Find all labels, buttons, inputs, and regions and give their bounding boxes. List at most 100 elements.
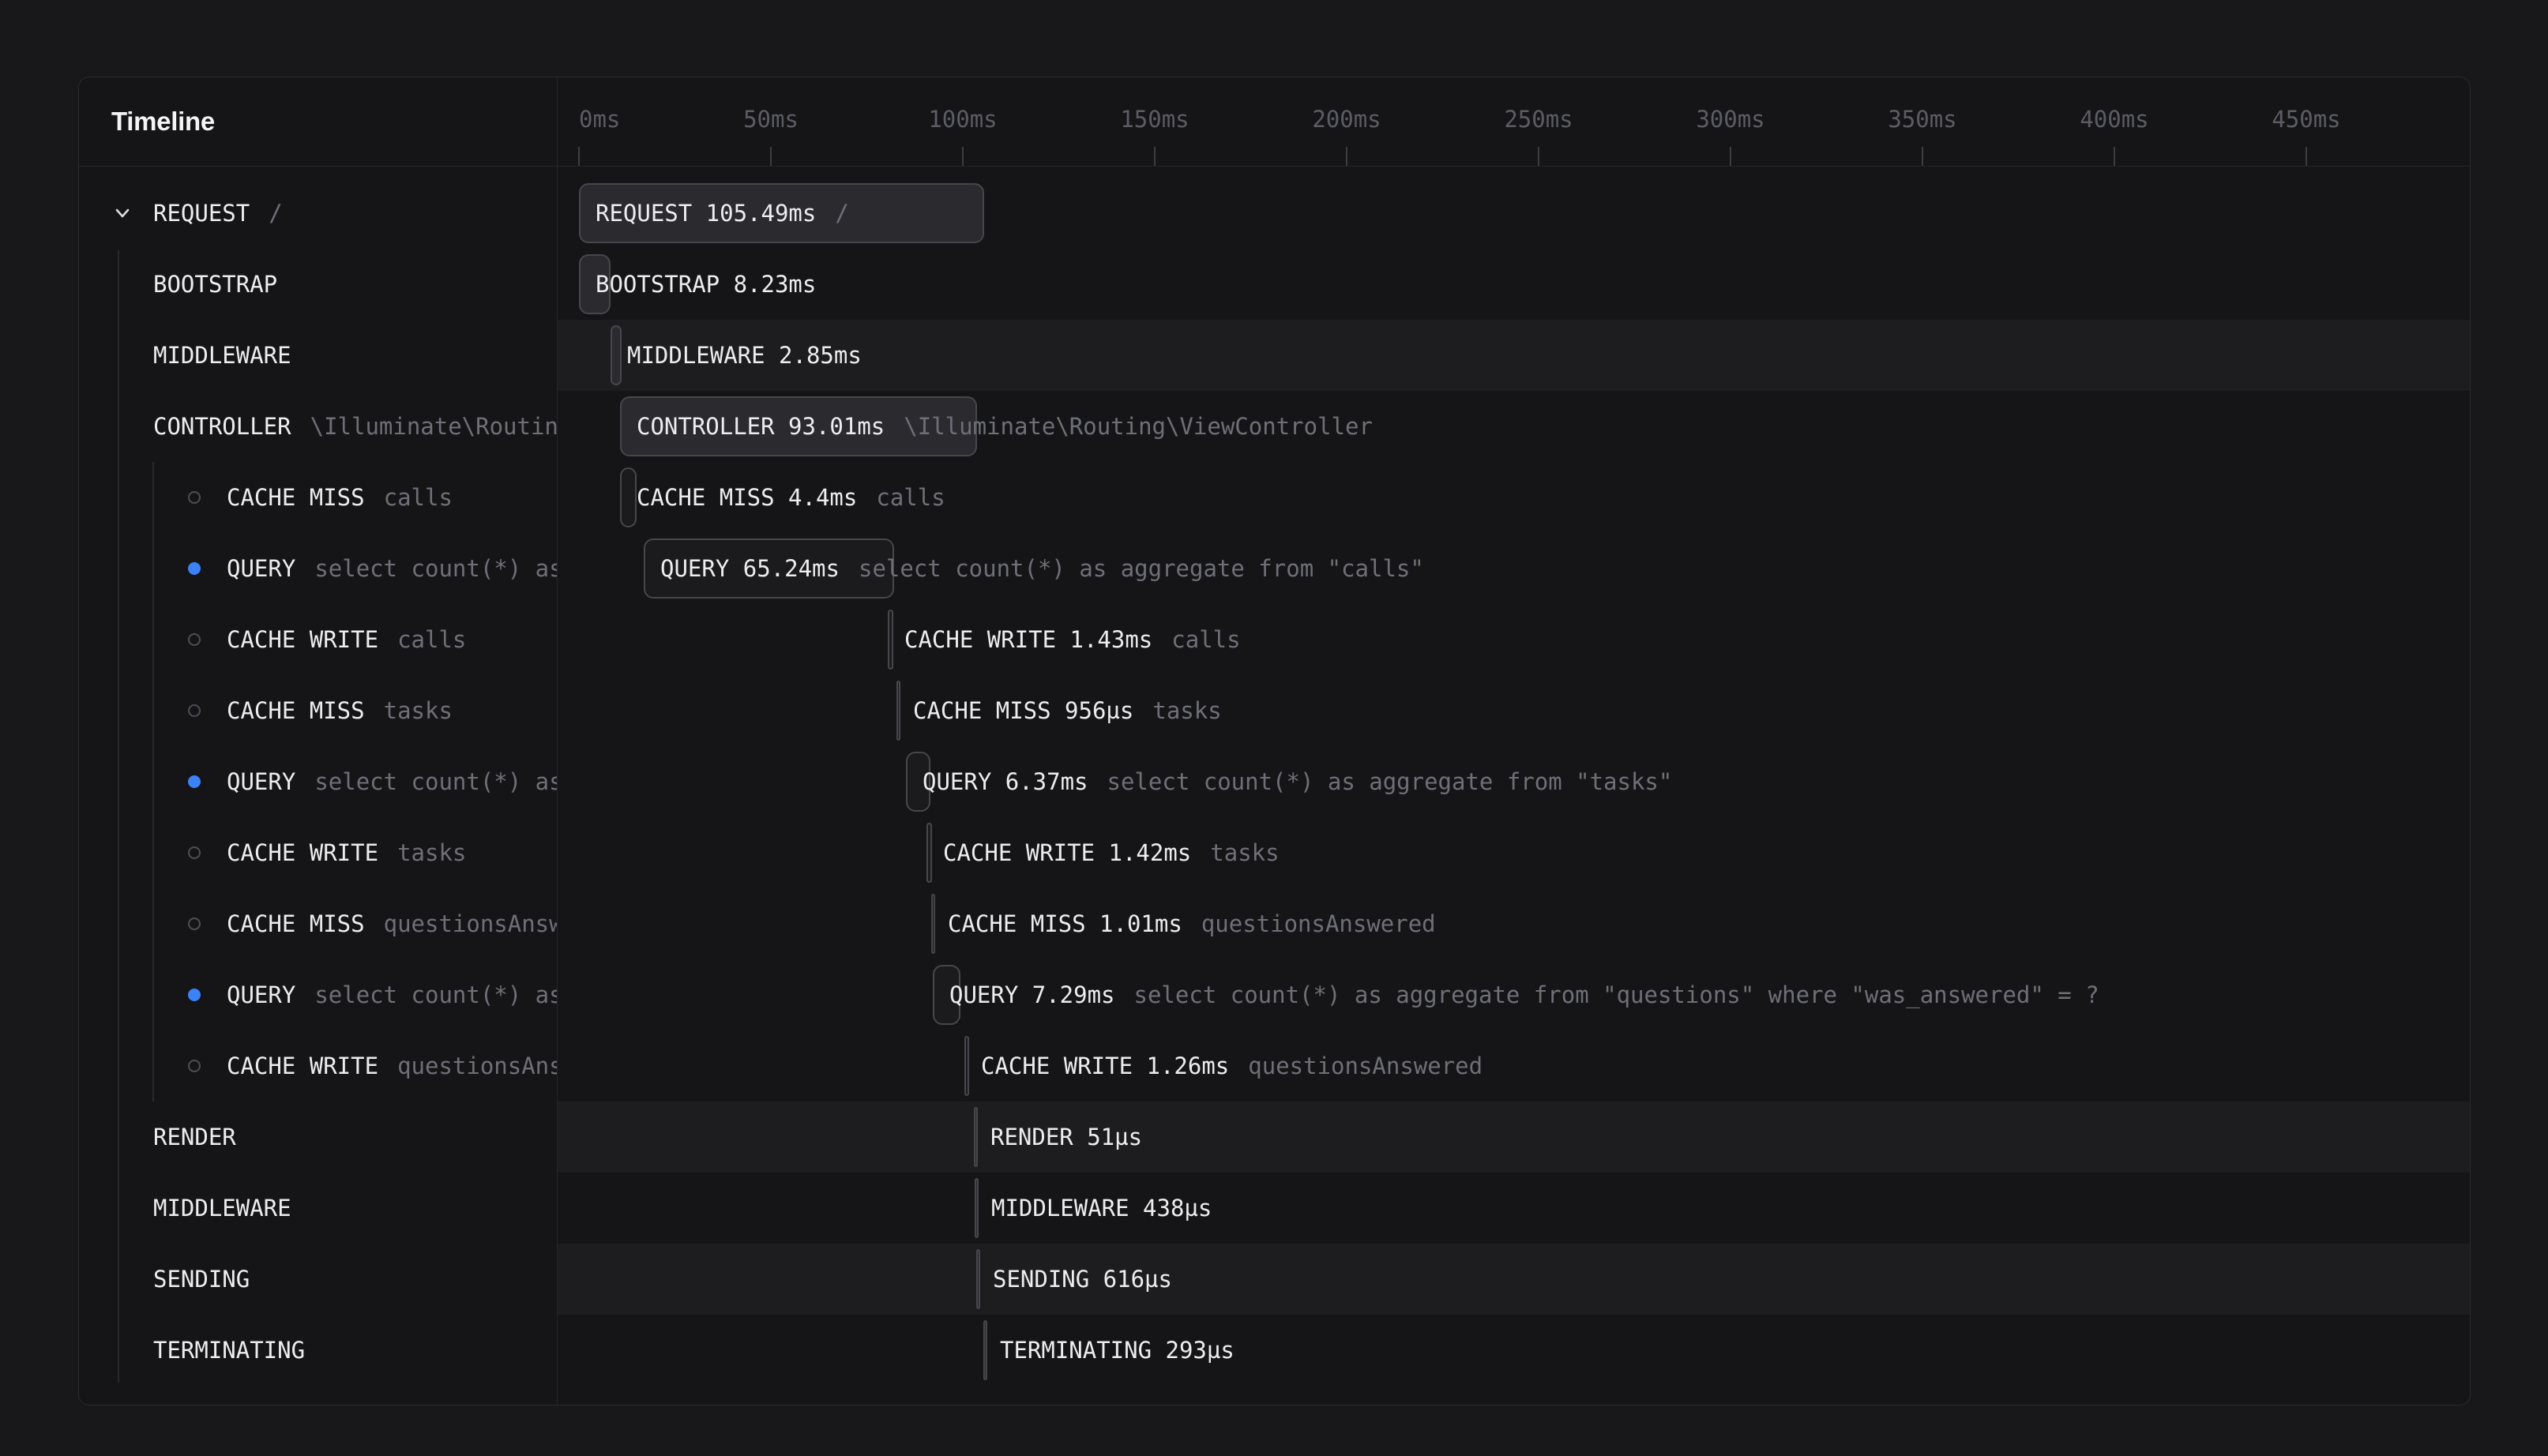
timeline-row-sending[interactable]: SENDING 616µs: [558, 1244, 2470, 1315]
bar-label: MIDDLEWARE 2.85ms: [627, 342, 862, 369]
bar-label: BOOTSTRAP 8.23ms: [596, 271, 816, 298]
sidebar-row-render[interactable]: RENDER: [79, 1101, 557, 1173]
timeline-bar[interactable]: [976, 1249, 980, 1309]
timeline-bar[interactable]: [926, 823, 932, 883]
timeline-bar-text: CACHE MISS 1.01msquestionsAnswered: [948, 888, 1436, 959]
timeline-row-controller[interactable]: CONTROLLER 93.01ms\Illuminate\Routing\Vi…: [558, 391, 2470, 462]
timeline-row-cache-miss[interactable]: CACHE MISS 956µs tasks: [558, 675, 2470, 746]
row-label: CACHE WRITE: [227, 839, 378, 866]
bar-label: REQUEST 105.49ms: [596, 200, 816, 227]
timeline-bar-text: CONTROLLER 93.01ms\Illuminate\Routing\Vi…: [637, 391, 1373, 462]
timeline-bar-text: CACHE WRITE 1.43mscalls: [904, 604, 1241, 675]
bar-label: CACHE WRITE 1.43ms: [904, 626, 1152, 653]
sidebar-row-cache-miss[interactable]: CACHE MISStasks: [79, 675, 557, 746]
row-label: QUERY: [227, 768, 295, 795]
bar-label: QUERY 65.24ms: [660, 555, 840, 582]
sidebar-row-query[interactable]: QUERY select count(*) as aggregate from "…: [79, 533, 557, 604]
timeline-row-request[interactable]: REQUEST 105.49ms /: [558, 178, 2470, 249]
row-description: tasks: [397, 839, 466, 866]
row-description: questionsAnswered: [397, 1053, 557, 1079]
sidebar-row-cache-write[interactable]: CACHE WRITE tasks: [79, 817, 557, 888]
timeline-bar[interactable]: [888, 610, 893, 670]
axis-tick-label: 100ms: [928, 106, 997, 133]
axis-tick-label: 300ms: [1696, 106, 1764, 133]
sidebar-row-cache-write[interactable]: CACHE WRITEquestionsAnswered: [79, 1030, 557, 1101]
row-label: CONTROLLER: [153, 413, 291, 440]
sidebar-row-terminating[interactable]: TERMINATING: [79, 1315, 557, 1386]
sidebar-row-query[interactable]: QUERYselect count(*) as aggregate from "…: [79, 746, 557, 817]
query-dot-icon: [188, 775, 201, 788]
timeline-lanes: REQUEST 105.49ms / BOOTSTRAP 8.23ms MIDDLEW…: [558, 167, 2470, 1405]
axis-tick-mark: [1154, 147, 1156, 166]
timeline-bar-text: CACHE MISS 956µs tasks: [913, 675, 1222, 746]
row-label: CACHE MISS: [227, 484, 365, 511]
timeline-row-cache-write[interactable]: CACHE WRITE 1.26msquestionsAnswered: [558, 1030, 2470, 1101]
timeline-bar[interactable]: [896, 681, 900, 741]
bar-label: CACHE WRITE 1.42ms: [943, 839, 1191, 866]
cache-dot-icon: [188, 1060, 201, 1072]
sidebar-row-bootstrap[interactable]: BOOTSTRAP: [79, 249, 557, 320]
sidebar-row-middleware[interactable]: MIDDLEWARE: [79, 1173, 557, 1244]
row-description: questionsAnswered: [384, 910, 557, 937]
cache-dot-icon: [188, 633, 201, 646]
timeline-row-query[interactable]: QUERY 65.24ms select count(*) as aggregat…: [558, 533, 2470, 604]
row-label: MIDDLEWARE: [153, 1195, 291, 1221]
timeline-row-middleware[interactable]: MIDDLEWARE 2.85ms: [558, 320, 2470, 391]
bar-label: CACHE MISS 956µs: [913, 697, 1133, 724]
row-label: SENDING: [153, 1266, 250, 1293]
row-description: calls: [397, 626, 466, 653]
sidebar-row-middleware[interactable]: MIDDLEWARE: [79, 320, 557, 391]
timeline-row-render[interactable]: RENDER 51µs: [558, 1101, 2470, 1173]
sidebar-row-cache-miss[interactable]: CACHE MISSquestionsAnswered: [79, 888, 557, 959]
timeline-bar[interactable]: [975, 1178, 979, 1238]
row-description: tasks: [384, 697, 453, 724]
sidebar-row-sending[interactable]: SENDING: [79, 1244, 557, 1315]
timeline-bar-text: CACHE MISS 4.4mscalls: [637, 462, 945, 533]
sidebar-row-query[interactable]: QUERYselect count(*) as aggregate from "…: [79, 959, 557, 1030]
query-dot-icon: [188, 989, 201, 1001]
axis-tick-label: 50ms: [743, 106, 799, 133]
timeline-bar[interactable]: [620, 467, 637, 527]
row-label: QUERY: [227, 555, 295, 582]
bar-description: tasks: [1152, 697, 1221, 724]
row-label: REQUEST: [153, 200, 250, 227]
query-dot-icon: [188, 562, 201, 575]
timeline-bar[interactable]: [611, 325, 622, 385]
timeline-row-cache-miss[interactable]: CACHE MISS 4.4mscalls: [558, 462, 2470, 533]
timeline-bar[interactable]: [931, 894, 935, 954]
row-description: \Illuminate\Routing\ViewController: [310, 413, 557, 440]
bar-description: select count(*) as aggregate from "calls…: [859, 555, 1424, 582]
chevron-down-icon[interactable]: [112, 203, 133, 223]
bar-description: /: [835, 200, 848, 227]
timeline-bar-text: TERMINATING 293µs: [1000, 1315, 1235, 1386]
timeline-row-bootstrap[interactable]: BOOTSTRAP 8.23ms: [558, 249, 2470, 320]
timeline-row-cache-miss[interactable]: CACHE MISS 1.01msquestionsAnswered: [558, 888, 2470, 959]
timeline-bar-text: BOOTSTRAP 8.23ms: [596, 249, 816, 320]
time-axis: 0ms50ms100ms150ms200ms250ms300ms350ms400…: [558, 77, 2470, 166]
sidebar-row-cache-write[interactable]: CACHE WRITEcalls: [79, 604, 557, 675]
timeline-bar-text: MIDDLEWARE 438µs: [991, 1173, 1212, 1244]
row-label: TERMINATING: [153, 1337, 305, 1364]
axis-tick-mark: [2306, 147, 2307, 166]
axis-tick-label: 150ms: [1120, 106, 1189, 133]
sidebar-row-controller[interactable]: CONTROLLER \Illuminate\Routing\ViewContro…: [79, 391, 557, 462]
axis-tick-label: 200ms: [1312, 106, 1381, 133]
bar-description: tasks: [1210, 839, 1279, 866]
timeline-row-query[interactable]: QUERY 7.29msselect count(*) as aggregate…: [558, 959, 2470, 1030]
timeline-bar[interactable]: [974, 1107, 978, 1167]
page-title: Timeline: [111, 107, 215, 137]
timeline-row-cache-write[interactable]: CACHE WRITE 1.42ms tasks: [558, 817, 2470, 888]
sidebar-row-cache-miss[interactable]: CACHE MISS calls: [79, 462, 557, 533]
sidebar-row-request[interactable]: REQUEST/: [79, 178, 557, 249]
timeline-row-terminating[interactable]: TERMINATING 293µs: [558, 1315, 2470, 1386]
bar-label: CACHE MISS 1.01ms: [948, 910, 1182, 937]
row-description: calls: [384, 484, 453, 511]
timeline-row-query[interactable]: QUERY 6.37msselect count(*) as aggregate…: [558, 746, 2470, 817]
timeline-bar-text: QUERY 65.24ms select count(*) as aggregat…: [660, 533, 1424, 604]
timeline-row-middleware[interactable]: MIDDLEWARE 438µs: [558, 1173, 2470, 1244]
timeline-row-cache-write[interactable]: CACHE WRITE 1.43mscalls: [558, 604, 2470, 675]
row-description: select count(*) as aggregate from "calls…: [314, 555, 557, 582]
timeline-bar[interactable]: [983, 1320, 987, 1380]
timeline-bar-text: QUERY 7.29msselect count(*) as aggregate…: [949, 959, 2099, 1030]
timeline-bar[interactable]: [964, 1036, 969, 1096]
